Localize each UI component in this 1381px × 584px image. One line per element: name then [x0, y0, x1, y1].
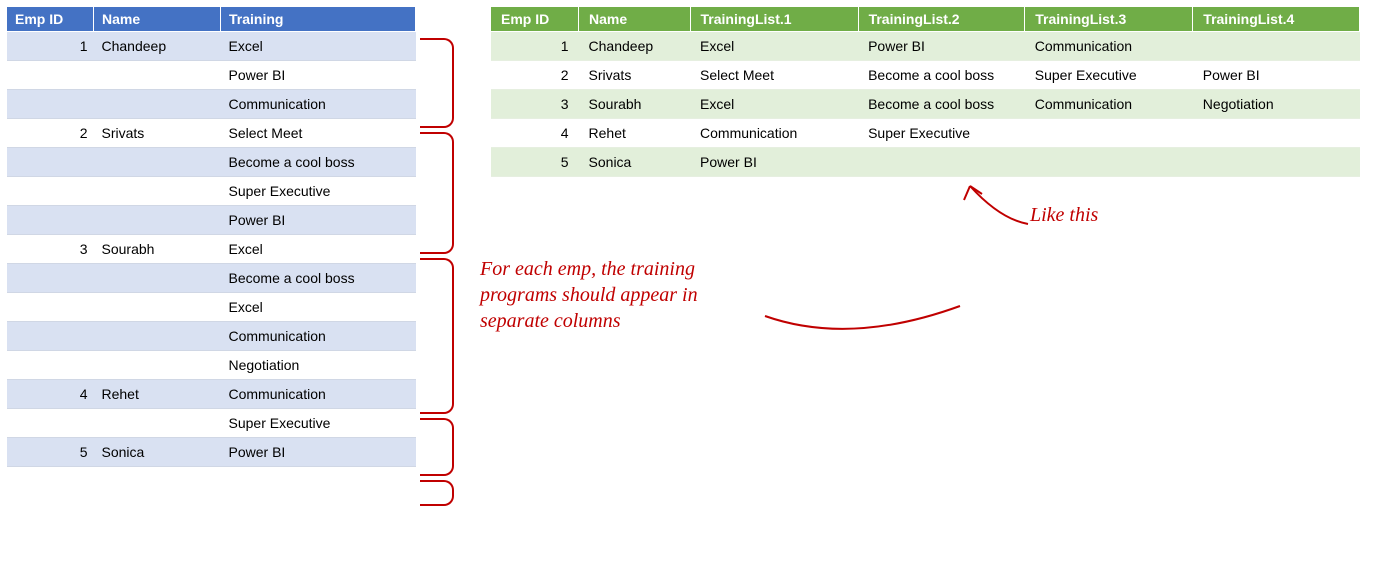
annotation-like-this: Like this	[1030, 202, 1098, 228]
table-row: Negotiation	[7, 351, 416, 380]
arrow-icon	[760, 286, 980, 356]
table-row: Power BI	[7, 61, 416, 90]
table-row: 1ChandeepExcel	[7, 32, 416, 61]
col-header-empid: Emp ID	[7, 7, 94, 32]
col-header-name: Name	[94, 7, 221, 32]
table-row: 3SourabhExcel	[7, 235, 416, 264]
col-header-t3: TrainingList.3	[1025, 7, 1193, 32]
table-row: 4RehetCommunicationSuper Executive	[491, 119, 1360, 148]
table-row: Super Executive	[7, 177, 416, 206]
col-header-training: Training	[221, 7, 416, 32]
table-row: 5SonicaPower BI	[491, 148, 1360, 177]
table-row: Power BI	[7, 206, 416, 235]
table-row: 1ChandeepExcelPower BICommunication	[491, 32, 1360, 61]
table-row: 5SonicaPower BI	[7, 438, 416, 467]
col-header-empid: Emp ID	[491, 7, 579, 32]
bracket-icon	[420, 38, 454, 128]
bracket-icon	[420, 132, 454, 254]
table-row: 4RehetCommunication	[7, 380, 416, 409]
bracket-icon	[420, 480, 454, 506]
arrow-icon	[950, 174, 1040, 234]
table-row: Become a cool boss	[7, 264, 416, 293]
table-row: 2SrivatsSelect Meet	[7, 119, 416, 148]
result-table: Emp ID Name TrainingList.1 TrainingList.…	[490, 6, 1360, 177]
table-row: 3SourabhExcelBecome a cool bossCommunica…	[491, 90, 1360, 119]
annotation-main: For each emp, the training programs shou…	[480, 256, 698, 334]
table-row: Communication	[7, 322, 416, 351]
table-row: Become a cool boss	[7, 148, 416, 177]
source-table: Emp ID Name Training 1ChandeepExcel Powe…	[6, 6, 416, 467]
table-row: Communication	[7, 90, 416, 119]
col-header-t1: TrainingList.1	[690, 7, 858, 32]
bracket-icon	[420, 418, 454, 476]
table-row: 2SrivatsSelect MeetBecome a cool bossSup…	[491, 61, 1360, 90]
col-header-t4: TrainingList.4	[1193, 7, 1360, 32]
table-row: Super Executive	[7, 409, 416, 438]
bracket-icon	[420, 258, 454, 414]
col-header-name: Name	[579, 7, 691, 32]
table-row: Excel	[7, 293, 416, 322]
col-header-t2: TrainingList.2	[858, 7, 1025, 32]
